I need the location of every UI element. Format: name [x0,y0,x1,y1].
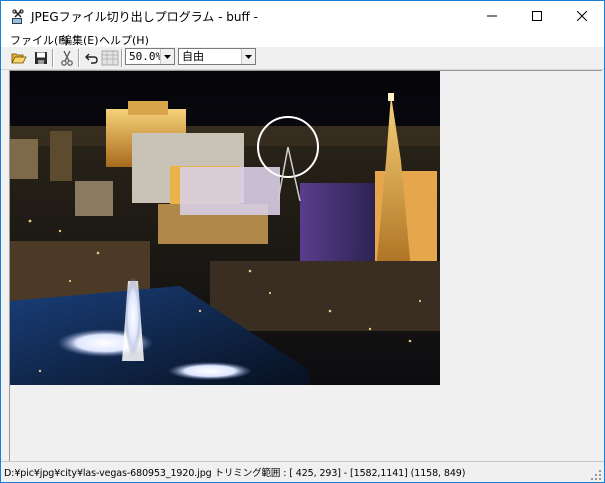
toolbar-separator [52,49,54,67]
status-text: D:¥pic¥jpg¥city¥las-vegas-680953_1920.jp… [4,468,466,479]
close-icon [576,11,587,21]
menu-edit[interactable]: 編集(E) [61,32,99,48]
toolbar-separator [121,49,123,67]
ratio-value: 自由 [182,50,204,63]
crop-grid-button[interactable] [99,47,120,68]
image-view[interactable] [9,70,602,462]
undo-icon [84,53,98,64]
minimize-icon [486,15,497,17]
app-icon [12,9,24,24]
chevron-down-icon[interactable] [241,49,255,64]
zoom-select[interactable]: 50.0% [125,48,175,65]
ratio-select[interactable]: 自由 [178,48,256,65]
save-button[interactable] [30,47,51,68]
chevron-down-icon[interactable] [160,49,174,64]
open-button[interactable] [8,47,29,68]
title-bar[interactable]: JPEGファイル切り出しプログラム - buff - [1,1,604,31]
app-window: JPEGファイル切り出しプログラム - buff - ファイル(F) 編集(E)… [0,0,605,483]
menu-bar: ファイル(F) 編集(E) ヘルプ(H) [1,31,604,47]
maximize-icon [531,11,542,21]
city-night-photo[interactable] [10,71,440,385]
toolbar-separator [78,49,80,67]
status-bar: D:¥pic¥jpg¥city¥las-vegas-680953_1920.jp… [1,461,604,482]
window-title: JPEGファイル切り出しプログラム - buff - [31,10,258,24]
zoom-value: 50.0% [129,50,163,63]
scissors-icon [60,50,73,66]
save-icon [34,51,47,64]
minimize-button[interactable] [469,1,514,31]
crop-grid-icon [101,50,118,65]
menu-help[interactable]: ヘルプ(H) [99,32,149,48]
cut-button[interactable] [56,47,77,68]
maximize-button[interactable] [514,1,559,31]
close-button[interactable] [559,1,604,31]
resize-grip-icon[interactable] [590,469,602,481]
toolbar: 50.0% 自由 [1,47,604,70]
open-folder-icon [10,53,27,63]
